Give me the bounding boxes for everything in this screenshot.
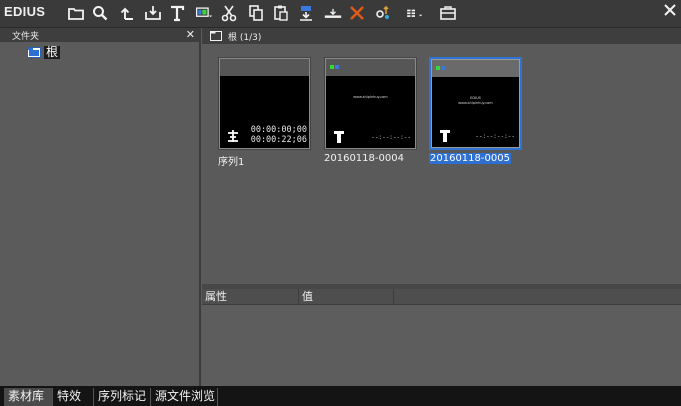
- up-arrow-icon: [120, 7, 133, 20]
- thumb-screen: www.shipinhuy.com --:--:--:--: [326, 76, 415, 148]
- clip-thumbnail[interactable]: 00:00:00;00 00:00:22;06: [218, 57, 311, 150]
- sequence-icon: [228, 130, 238, 142]
- monitor-icon: [195, 7, 213, 18]
- title-clip-icon: [440, 130, 450, 142]
- folder-panel-title: 文件夹: [12, 32, 40, 42]
- audio-indicator: [335, 65, 339, 69]
- thumb-top-bar: [326, 59, 415, 76]
- properties-column-extra[interactable]: [394, 289, 681, 304]
- bin-clip-area: 00:00:00;00 00:00:22;06 序列1 www.shipinhu…: [202, 45, 681, 283]
- delete-icon: [350, 6, 364, 20]
- bin-settings-button[interactable]: [438, 3, 458, 23]
- clip-timecode: 00:00:00;00 00:00:22;06: [250, 125, 307, 145]
- search-icon: [93, 6, 108, 21]
- copy-button[interactable]: [246, 3, 266, 23]
- clip-item-selected[interactable]: EDIUS www.shipinhuy.com --:--:--:-- 2016…: [429, 57, 522, 164]
- folder-icon: [68, 8, 84, 20]
- tree-item-root[interactable]: 根: [27, 45, 61, 60]
- thumb-top-bar: [220, 59, 309, 76]
- properties-body: [202, 305, 681, 386]
- toolbar: EDIUS: [0, 0, 681, 28]
- folder-icon: [27, 47, 41, 58]
- thumb-screen: EDIUS www.shipinhuy.com --:--:--:--: [432, 77, 519, 147]
- clip-name: 20160118-0004: [324, 153, 404, 164]
- clip-item[interactable]: www.shipinhuy.com --:--:--:-- 20160118-0…: [324, 57, 417, 164]
- view-mode-dropdown[interactable]: [398, 3, 432, 23]
- video-indicator: [330, 65, 334, 69]
- clip-caption-line2: www.shipinhuy.com: [458, 101, 493, 105]
- title-clip-icon: [334, 131, 344, 143]
- add-to-timeline-button[interactable]: [296, 3, 316, 23]
- bin-path-header: 根 (1/3): [202, 28, 681, 44]
- color-bars-button[interactable]: [192, 3, 216, 23]
- thumb-screen: 00:00:00;00 00:00:22;06: [220, 76, 309, 148]
- up-folder-button[interactable]: [117, 3, 137, 23]
- insert-button[interactable]: [321, 3, 345, 23]
- clip-name: 序列1: [218, 157, 245, 168]
- folder-panel-header: 文件夹 ✕: [0, 28, 199, 42]
- properties-column-value[interactable]: 值: [299, 289, 394, 304]
- folder-panel-close-icon[interactable]: ✕: [186, 29, 195, 40]
- properties-icon: [376, 5, 389, 19]
- folder-panel: 文件夹 ✕ 根: [0, 28, 201, 386]
- cut-icon: [221, 5, 237, 22]
- view-mode-icon: [407, 9, 423, 17]
- new-folder-button[interactable]: [66, 3, 86, 23]
- paste-icon: [274, 5, 288, 21]
- tab-bin[interactable]: 素材库: [4, 388, 53, 406]
- clip-caption-line1: EDIUS: [470, 96, 481, 100]
- app-brand: EDIUS: [4, 4, 46, 19]
- clip-timecode-placeholder: --:--:--:--: [371, 134, 411, 141]
- copy-icon: [249, 5, 263, 21]
- clip-caption: www.shipinhuy.com: [353, 95, 388, 99]
- bin-path-label: 根 (1/3): [228, 33, 262, 43]
- properties-header: 属性 值: [202, 289, 681, 305]
- clip-name: 20160118-0005: [429, 153, 511, 164]
- cut-button[interactable]: [219, 3, 239, 23]
- tab-sequence-markers[interactable]: 序列标记: [94, 388, 151, 406]
- window-close-icon[interactable]: [663, 3, 677, 17]
- tree-item-label: 根: [44, 45, 61, 59]
- title-icon: [171, 5, 185, 22]
- thumb-top-bar: [432, 60, 519, 77]
- bottom-tab-bar: 素材库 特效 序列标记 源文件浏览: [0, 386, 681, 406]
- delete-button[interactable]: [347, 3, 367, 23]
- clip-thumbnail[interactable]: EDIUS www.shipinhuy.com --:--:--:--: [429, 57, 522, 150]
- add-to-timeline-icon: [300, 6, 312, 21]
- clip-item[interactable]: 00:00:00;00 00:00:22;06 序列1: [218, 57, 311, 168]
- timecode-duration: 00:00:22;06: [250, 134, 307, 145]
- properties-column-attribute[interactable]: 属性: [202, 289, 299, 304]
- search-button[interactable]: [90, 3, 110, 23]
- clip-thumbnail[interactable]: www.shipinhuy.com --:--:--:--: [324, 57, 417, 150]
- folder-icon: [210, 31, 222, 41]
- import-icon: [145, 6, 161, 20]
- clip-timecode-placeholder: --:--:--:--: [475, 133, 515, 140]
- properties-button[interactable]: [373, 3, 393, 23]
- paste-button[interactable]: [271, 3, 291, 23]
- import-button[interactable]: [143, 3, 163, 23]
- bin-settings-icon: [440, 6, 456, 20]
- audio-indicator: [441, 66, 445, 70]
- video-indicator: [436, 66, 440, 70]
- insert-icon: [324, 8, 342, 18]
- tab-effects[interactable]: 特效: [53, 388, 94, 406]
- tab-source-browser[interactable]: 源文件浏览: [151, 388, 218, 406]
- title-button[interactable]: [167, 3, 187, 23]
